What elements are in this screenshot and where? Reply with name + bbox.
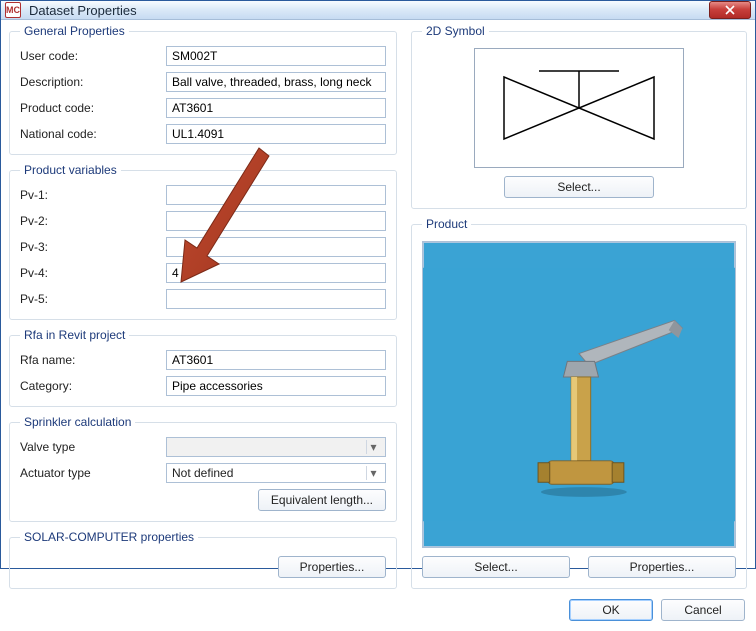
symbol-group: 2D Symbol Select... (411, 24, 747, 209)
national-code-input[interactable] (166, 124, 386, 144)
rfa-group: Rfa in Revit project Rfa name: Category: (9, 328, 397, 407)
pv4-input[interactable] (166, 263, 386, 283)
valve-3d-icon (423, 242, 735, 547)
pv5-label: Pv-5: (20, 292, 166, 306)
chevron-down-icon: ▾ (366, 440, 380, 454)
user-code-label: User code: (20, 49, 166, 63)
actuator-type-value: Not defined (172, 466, 233, 480)
close-button[interactable] (709, 1, 751, 19)
solar-properties-button[interactable]: Properties... (278, 556, 386, 578)
title-bar: MC Dataset Properties (1, 1, 755, 20)
product-code-label: Product code: (20, 101, 166, 115)
pv5-input[interactable] (166, 289, 386, 309)
description-input[interactable] (166, 72, 386, 92)
equivalent-length-button[interactable]: Equivalent length... (258, 489, 386, 511)
ok-button[interactable]: OK (569, 599, 653, 621)
symbol-legend: 2D Symbol (422, 24, 489, 38)
pv1-label: Pv-1: (20, 188, 166, 202)
rfa-name-label: Rfa name: (20, 353, 166, 367)
product-variables-group: Product variables Pv-1: Pv-2: Pv-3: Pv-4… (9, 163, 397, 320)
product-properties-button[interactable]: Properties... (588, 556, 736, 578)
sprinkler-legend: Sprinkler calculation (20, 415, 135, 429)
national-code-label: National code: (20, 127, 166, 141)
product-group: Product (411, 217, 747, 589)
solar-group: SOLAR-COMPUTER properties Properties... (9, 530, 397, 589)
actuator-type-label: Actuator type (20, 466, 166, 480)
solar-legend: SOLAR-COMPUTER properties (20, 530, 198, 544)
pv2-label: Pv-2: (20, 214, 166, 228)
product-code-input[interactable] (166, 98, 386, 118)
product-variables-legend: Product variables (20, 163, 121, 177)
valve-type-label: Valve type (20, 440, 166, 454)
chevron-down-icon: ▾ (366, 466, 380, 480)
general-properties-legend: General Properties (20, 24, 129, 38)
product-legend: Product (422, 217, 471, 231)
cancel-button[interactable]: Cancel (661, 599, 745, 621)
general-properties-group: General Properties User code: Descriptio… (9, 24, 397, 155)
user-code-input[interactable] (166, 46, 386, 66)
valve-type-select: ▾ (166, 437, 386, 457)
rfa-legend: Rfa in Revit project (20, 328, 129, 342)
product-select-button[interactable]: Select... (422, 556, 570, 578)
app-icon: MC (5, 2, 21, 18)
symbol-preview (474, 48, 684, 168)
pv3-input[interactable] (166, 237, 386, 257)
product-preview (422, 241, 736, 548)
rfa-name-input[interactable] (166, 350, 386, 370)
symbol-select-button[interactable]: Select... (504, 176, 654, 198)
rfa-category-label: Category: (20, 379, 166, 393)
pv2-input[interactable] (166, 211, 386, 231)
close-icon (725, 5, 735, 15)
pv4-label: Pv-4: (20, 266, 166, 280)
description-label: Description: (20, 75, 166, 89)
actuator-type-select[interactable]: Not defined ▾ (166, 463, 386, 483)
sprinkler-group: Sprinkler calculation Valve type ▾ Actua… (9, 415, 397, 522)
valve-symbol-icon (484, 53, 674, 163)
pv1-input[interactable] (166, 185, 386, 205)
pv3-label: Pv-3: (20, 240, 166, 254)
window-title: Dataset Properties (27, 3, 709, 18)
rfa-category-input[interactable] (166, 376, 386, 396)
